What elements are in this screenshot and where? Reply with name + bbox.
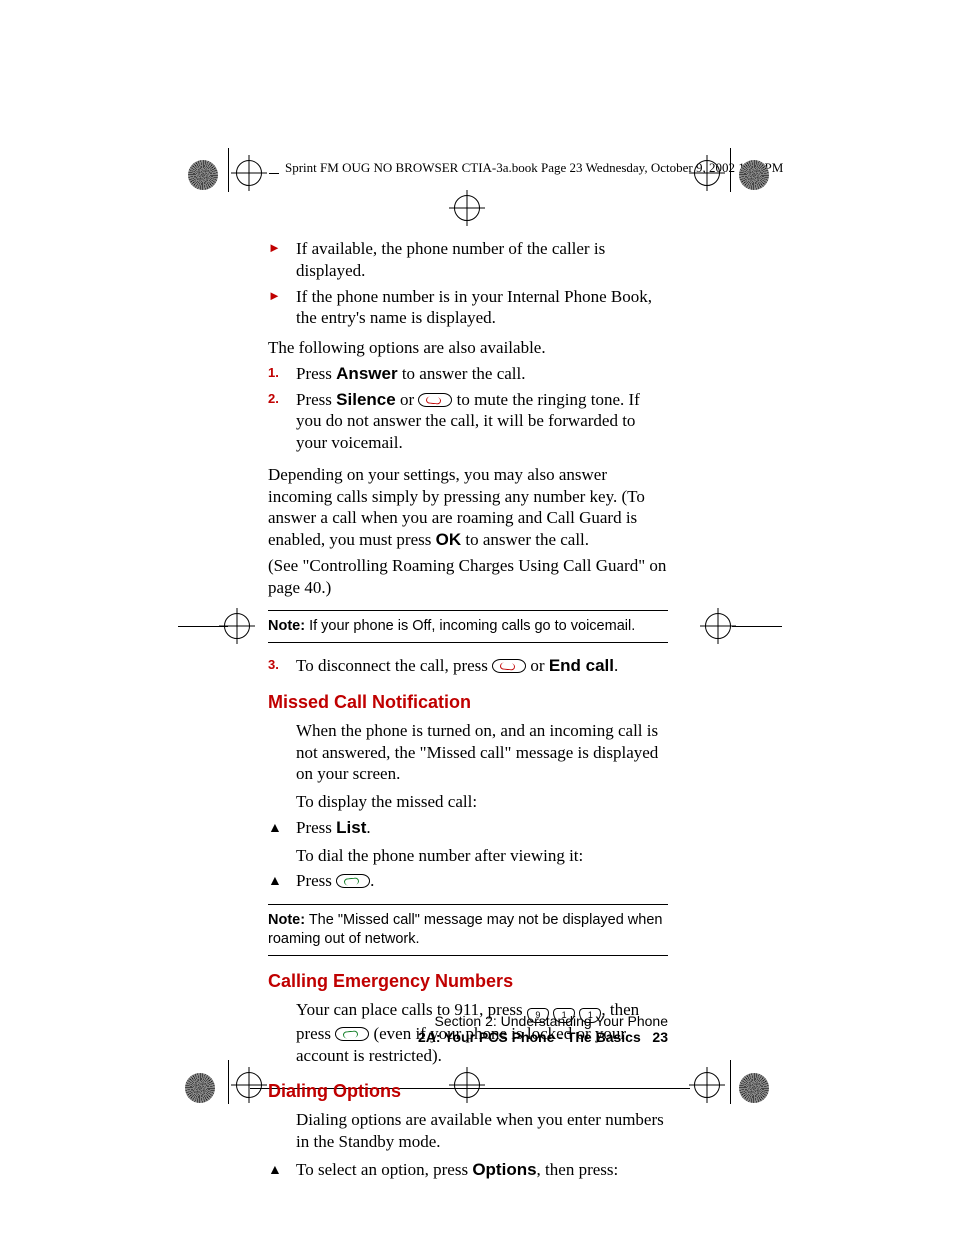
triangle-bullet-icon: ▲: [268, 819, 290, 837]
softkey-label: Options: [472, 1160, 536, 1179]
registration-mark-icon: [236, 1072, 262, 1098]
printers-mark-icon: [739, 160, 769, 190]
step-text: Press Answer to answer the call.: [296, 364, 526, 383]
bullet-item: ► If available, the phone number of the …: [268, 238, 668, 282]
crop-line: [228, 1060, 229, 1104]
heading-dialing-options: Dialing Options: [268, 1080, 668, 1103]
step-number: 2.: [268, 391, 290, 408]
bullet-item: ► If the phone number is in your Interna…: [268, 286, 668, 330]
paragraph: The following options are also available…: [268, 337, 668, 359]
end-key-icon: [418, 393, 452, 407]
note-text: If your phone is Off, incoming calls go …: [305, 618, 635, 634]
step-number: 1.: [268, 365, 290, 382]
numbered-step: 1. Press Answer to answer the call.: [268, 363, 668, 385]
printers-mark-icon: [188, 160, 218, 190]
heading-emergency: Calling Emergency Numbers: [268, 970, 668, 993]
footer-section: Section 2: Understanding Your Phone: [268, 1013, 668, 1029]
note-label: Note:: [268, 618, 305, 634]
footer-subsection: 2A: Your PCS Phone - The Basics 23: [268, 1029, 668, 1045]
note-box: Note: If your phone is Off, incoming cal…: [268, 610, 668, 643]
note-label: Note:: [268, 912, 305, 928]
action-item: ▲ Press List.: [268, 817, 668, 839]
action-text: Press List.: [296, 818, 371, 837]
printers-mark-icon: [185, 1073, 215, 1103]
crop-line: [730, 148, 731, 192]
talk-key-icon: [336, 874, 370, 888]
registration-mark-icon: [224, 613, 250, 639]
paragraph: To dial the phone number after viewing i…: [268, 845, 668, 867]
page-footer: Section 2: Understanding Your Phone 2A: …: [268, 1013, 668, 1045]
page-number: 23: [652, 1029, 668, 1045]
softkey-label: List: [336, 818, 366, 837]
registration-mark-icon: [705, 613, 731, 639]
softkey-label: Answer: [336, 364, 397, 383]
crop-line: [732, 626, 782, 627]
softkey-label: OK: [436, 530, 462, 549]
note-box: Note: The "Missed call" message may not …: [268, 904, 668, 956]
triangle-bullet-icon: ▲: [268, 872, 290, 890]
crop-line: [228, 148, 229, 192]
registration-mark-icon: [694, 1072, 720, 1098]
softkey-label: End call: [549, 656, 614, 675]
action-text: To select an option, press Options, then…: [296, 1160, 618, 1179]
paragraph: To display the missed call:: [268, 791, 668, 813]
step-text: Press Silence or to mute the ringing ton…: [296, 390, 640, 453]
paragraph: Depending on your settings, you may also…: [268, 464, 668, 551]
bullet-text: If the phone number is in your Internal …: [296, 287, 652, 328]
triangle-bullet-icon: ▲: [268, 1161, 290, 1179]
action-text: Press .: [296, 871, 374, 890]
paragraph: (See "Controlling Roaming Charges Using …: [268, 555, 668, 599]
action-item: ▲ To select an option, press Options, th…: [268, 1159, 668, 1181]
registration-mark-icon: [454, 195, 480, 221]
action-item: ▲ Press .: [268, 870, 668, 892]
paragraph: When the phone is turned on, and an inco…: [268, 720, 668, 785]
registration-mark-icon: [236, 160, 262, 186]
bullet-arrow-icon: ►: [268, 288, 290, 305]
crop-line: [730, 1060, 731, 1104]
paragraph: Dialing options are available when you e…: [268, 1109, 668, 1153]
bullet-arrow-icon: ►: [268, 240, 290, 257]
registration-mark-icon: [694, 160, 720, 186]
printers-mark-icon: [739, 1073, 769, 1103]
softkey-label: Silence: [336, 390, 396, 409]
numbered-step: 3. To disconnect the call, press or End …: [268, 655, 668, 677]
numbered-step: 2. Press Silence or to mute the ringing …: [268, 389, 668, 454]
step-number: 3.: [268, 657, 290, 674]
heading-missed-call: Missed Call Notification: [268, 691, 668, 714]
end-key-icon: [492, 659, 526, 673]
note-text: The "Missed call" message may not be dis…: [268, 912, 662, 947]
step-text: To disconnect the call, press or End cal…: [296, 656, 618, 675]
bullet-text: If available, the phone number of the ca…: [296, 239, 605, 280]
